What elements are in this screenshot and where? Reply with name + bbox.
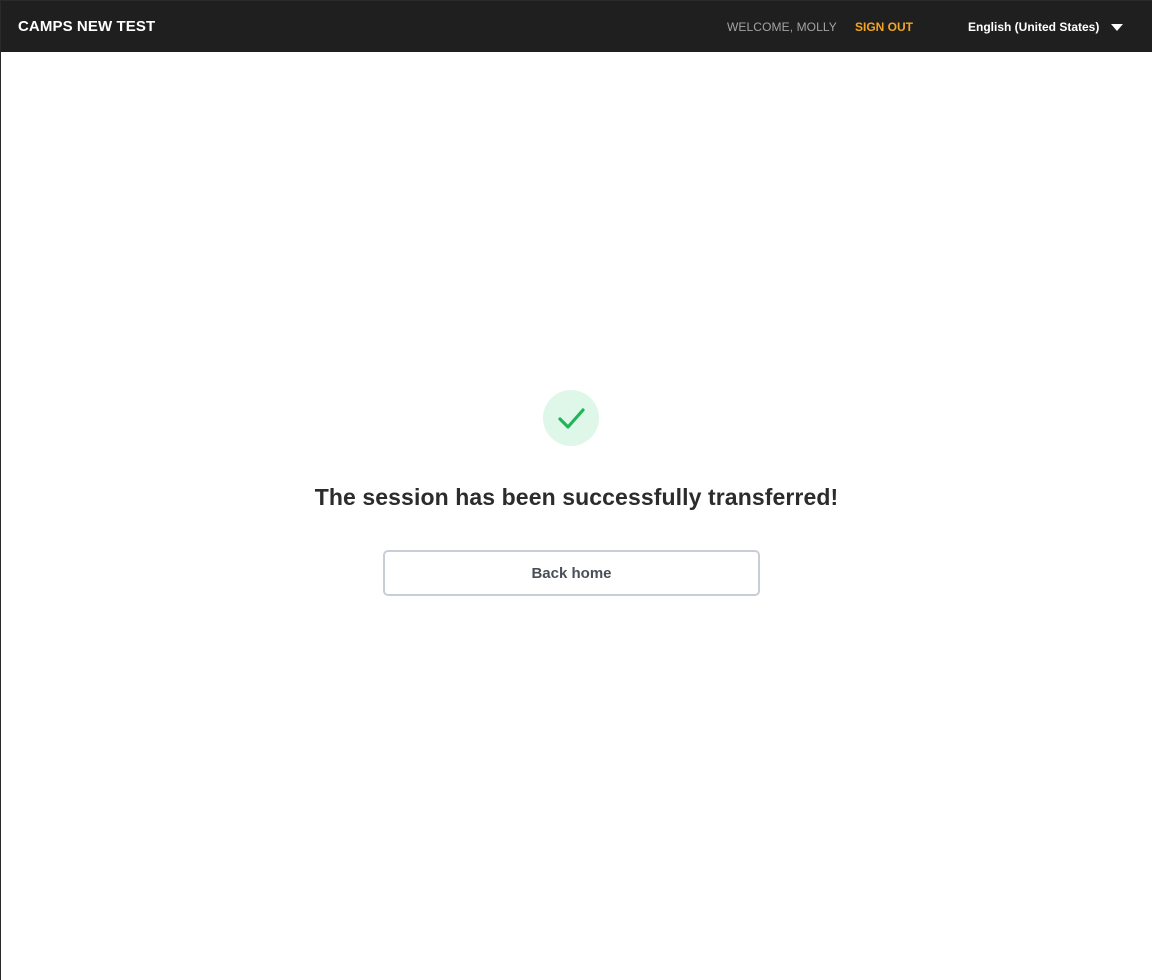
top-navigation-bar: CAMPS NEW TEST WELCOME, MOLLY SIGN OUT E…	[1, 1, 1152, 52]
success-message: The session has been successfully transf…	[314, 484, 839, 510]
success-badge	[543, 390, 599, 446]
app-window: CAMPS NEW TEST WELCOME, MOLLY SIGN OUT E…	[0, 0, 1152, 980]
language-label: English (United States)	[968, 20, 1100, 34]
chevron-down-icon	[1111, 23, 1124, 31]
brand-title[interactable]: CAMPS NEW TEST	[18, 18, 155, 35]
language-selector[interactable]: English (United States)	[968, 18, 1124, 36]
back-home-button[interactable]: Back home	[383, 550, 760, 596]
check-icon	[558, 408, 585, 429]
welcome-text: WELCOME, MOLLY	[727, 20, 837, 34]
sign-out-link[interactable]: SIGN OUT	[855, 20, 913, 34]
